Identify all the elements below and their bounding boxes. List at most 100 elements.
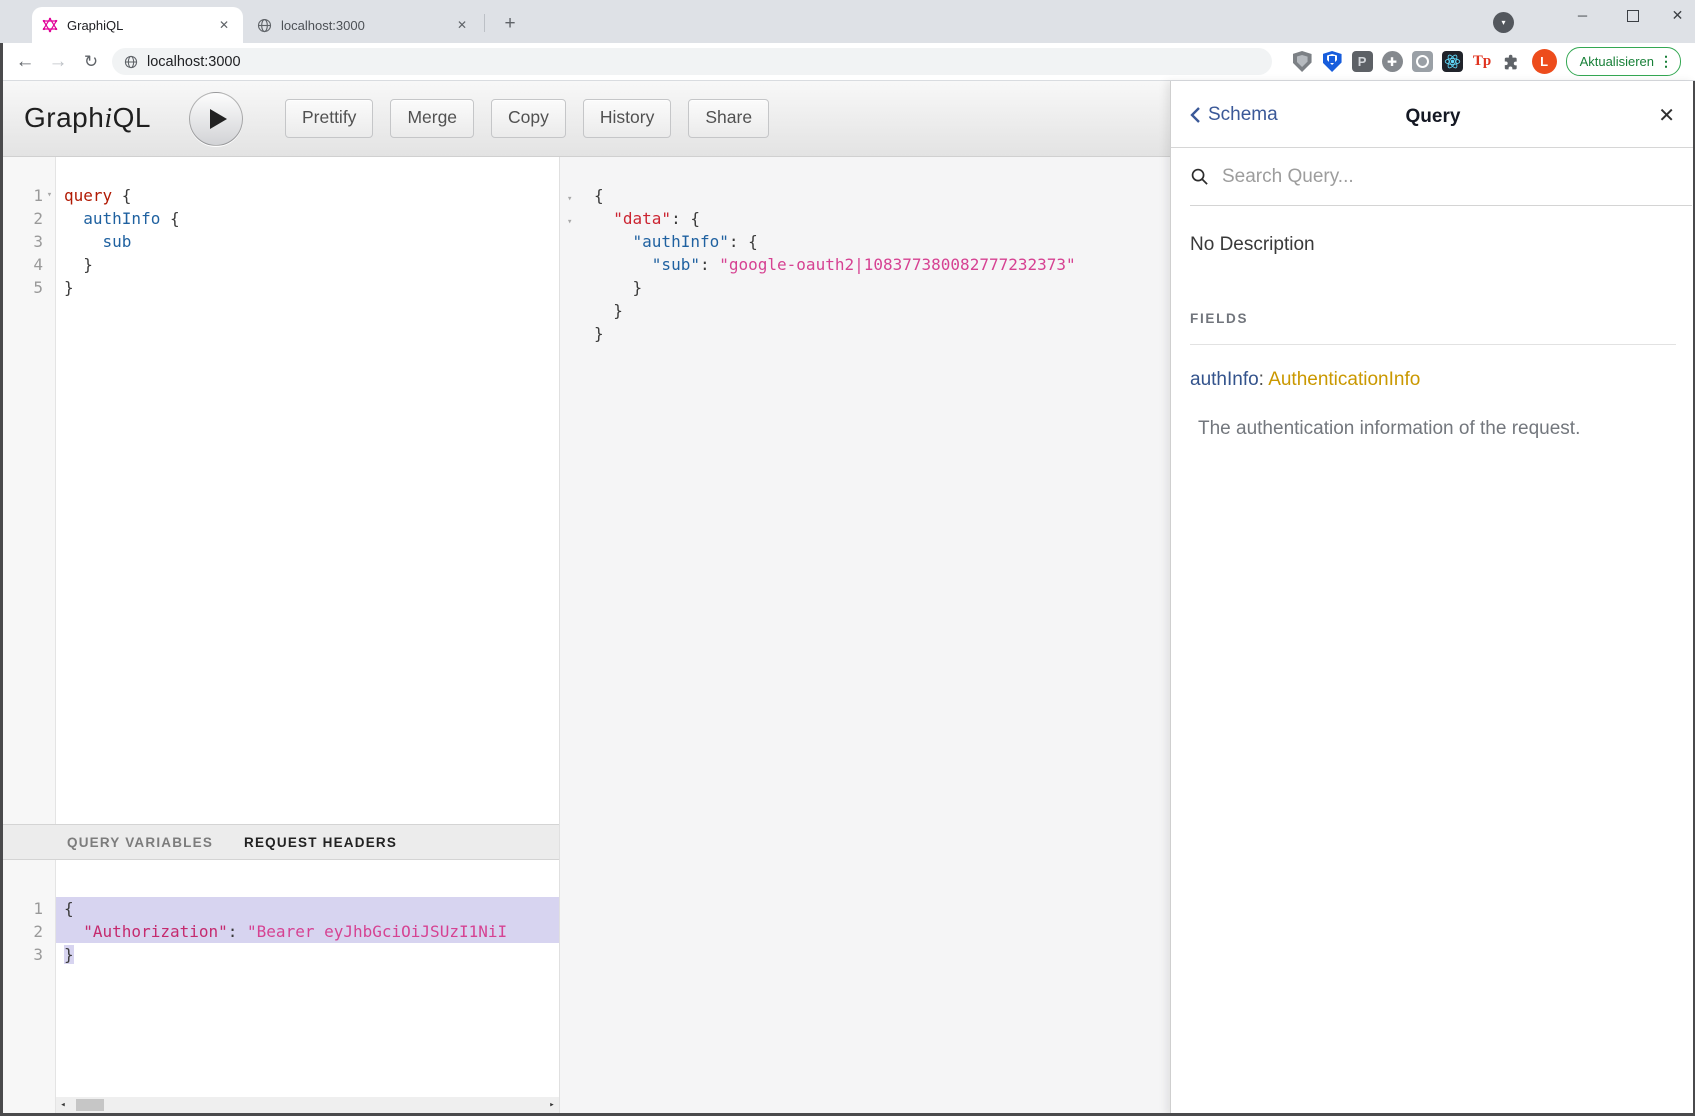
request-headers-editor[interactable]: 1{2 "Authorization": "Bearer eyJhbGciOiJ…: [0, 860, 559, 1116]
graphiql-logo: GraphiQL: [24, 102, 151, 135]
result-line: "authInfo": {: [560, 230, 1170, 253]
kebab-menu-icon: ⋮: [1659, 53, 1673, 70]
horizontal-scrollbar[interactable]: ◂ ▸: [56, 1097, 559, 1113]
query-line: 3 sub: [0, 230, 559, 253]
browser-toolbar: ← → ↻ localhost:3000 P ✚ Tp L Aktualisie…: [0, 43, 1695, 81]
tab-localhost[interactable]: localhost:3000 ✕: [247, 7, 481, 43]
tab-title: localhost:3000: [281, 18, 453, 33]
result-line: "sub": "google-oauth2|108377380082777232…: [560, 253, 1170, 276]
globe-icon: [124, 55, 138, 69]
line-number: 3: [33, 230, 43, 253]
graphiql-app: GraphiQL Prettify Merge Copy History Sha…: [0, 81, 1170, 1116]
merge-button[interactable]: Merge: [390, 99, 474, 138]
result-line: ▾{: [560, 184, 1170, 207]
tab-close-icon[interactable]: ✕: [215, 16, 233, 34]
globe-icon: [257, 18, 272, 33]
search-icon: [1190, 167, 1209, 186]
window-maximize-button[interactable]: [1610, 0, 1655, 31]
query-editor[interactable]: 1▾query {2 authInfo {3 sub4 }5}: [0, 157, 559, 824]
line-number: 5: [33, 276, 43, 299]
copy-button[interactable]: Copy: [491, 99, 566, 138]
query-line: 1▾query {: [0, 184, 559, 207]
fields-divider: [1190, 344, 1676, 345]
line-number: 2: [33, 207, 43, 230]
line-number: 2: [33, 920, 43, 943]
docs-body: No Description FIELDS authInfo: Authenti…: [1171, 234, 1695, 440]
chevron-down-icon: ▾: [1501, 18, 1505, 27]
extensions-row: P ✚ Tp L Aktualisieren ⋮: [1292, 48, 1681, 75]
maximize-icon: [1627, 10, 1639, 22]
line-number: 1: [33, 897, 43, 920]
browser-tab-strip: GraphiQL ✕ localhost:3000 ✕ + ▾ ─ ✕: [0, 0, 1695, 43]
graphiql-favicon-icon: [42, 17, 58, 33]
field-description: The authentication information of the re…: [1190, 418, 1676, 440]
p-badge-icon[interactable]: P: [1352, 51, 1373, 72]
fields-section-header: FIELDS: [1190, 311, 1676, 326]
window-minimize-button[interactable]: ─: [1560, 0, 1605, 31]
scrollbar-thumb[interactable]: [76, 1099, 104, 1111]
new-tab-button[interactable]: +: [498, 12, 522, 36]
field-type-link[interactable]: AuthenticationInfo: [1268, 369, 1420, 390]
extensions-puzzle-icon[interactable]: [1502, 51, 1523, 72]
execute-query-button[interactable]: [189, 92, 243, 146]
adblock-shield-icon[interactable]: [1292, 51, 1313, 72]
result-viewer[interactable]: ▾{▾ "data": { "authInfo": { "sub": "goog…: [560, 157, 1170, 1116]
result-line: }: [560, 299, 1170, 322]
line-number: 3: [33, 943, 43, 966]
scrollbar-track[interactable]: [70, 1097, 545, 1113]
profile-avatar[interactable]: L: [1532, 49, 1557, 74]
reload-button[interactable]: ↻: [76, 43, 106, 80]
tab-title: GraphiQL: [67, 18, 215, 33]
crosshair-icon[interactable]: ✚: [1382, 51, 1403, 72]
headers-line: 3}: [0, 943, 559, 966]
screenshot-camera-icon[interactable]: [1412, 51, 1433, 72]
headers-line: 2 "Authorization": "Bearer eyJhbGciOiJSU…: [0, 920, 559, 943]
tampermonkey-tp-icon[interactable]: Tp: [1472, 51, 1493, 72]
docs-close-button[interactable]: ✕: [1658, 103, 1675, 128]
line-number: 4: [33, 253, 43, 276]
tab-query-variables[interactable]: QUERY VARIABLES: [67, 835, 213, 850]
tab-request-headers[interactable]: REQUEST HEADERS: [244, 835, 397, 850]
line-number: 1: [33, 184, 43, 207]
field-row: authInfo: AuthenticationInfo: [1190, 369, 1676, 391]
secondary-editor-tabs: QUERY VARIABLES REQUEST HEADERS: [0, 824, 559, 860]
forward-button[interactable]: →: [43, 43, 73, 80]
address-url: localhost:3000: [147, 54, 241, 70]
headers-line: 1{: [0, 897, 559, 920]
prettify-button[interactable]: Prettify: [285, 99, 373, 138]
update-label: Aktualisieren: [1580, 54, 1654, 69]
field-separator: :: [1259, 369, 1269, 390]
doc-explorer-panel: Schema Query ✕ No Description FIELDS aut…: [1170, 81, 1695, 1116]
query-line: 5}: [0, 276, 559, 299]
share-button[interactable]: Share: [688, 99, 769, 138]
fold-arrow-icon[interactable]: ▾: [567, 194, 572, 204]
chrome-update-menu-button[interactable]: Aktualisieren ⋮: [1566, 47, 1681, 76]
graphiql-content: 1▾query {2 authInfo {3 sub4 }5} QUERY VA…: [0, 157, 1170, 1116]
tab-separator: [484, 14, 485, 32]
history-button[interactable]: History: [583, 99, 671, 138]
fold-arrow-icon[interactable]: ▾: [567, 217, 572, 227]
result-line: }: [560, 276, 1170, 299]
docs-search-row: [1190, 148, 1692, 206]
field-name-link[interactable]: authInfo: [1190, 369, 1259, 390]
query-line: 2 authInfo {: [0, 207, 559, 230]
fold-arrow-icon[interactable]: ▾: [43, 184, 56, 207]
editor-column: 1▾query {2 authInfo {3 sub4 }5} QUERY VA…: [0, 157, 560, 1116]
doc-explorer-header: Schema Query ✕: [1171, 81, 1695, 148]
window-close-button[interactable]: ✕: [1655, 0, 1695, 31]
result-line: }: [560, 322, 1170, 345]
result-line: ▾ "data": {: [560, 207, 1170, 230]
tab-search-button[interactable]: ▾: [1493, 12, 1514, 33]
tab-graphiql[interactable]: GraphiQL ✕: [32, 7, 243, 43]
react-devtools-icon[interactable]: [1442, 51, 1463, 72]
graphiql-topbar: GraphiQL Prettify Merge Copy History Sha…: [0, 81, 1170, 157]
docs-title: Query: [1171, 106, 1695, 128]
address-bar[interactable]: localhost:3000: [112, 48, 1272, 75]
tab-close-icon[interactable]: ✕: [453, 16, 471, 34]
password-manager-shield-icon[interactable]: [1322, 51, 1343, 72]
play-icon: [210, 109, 227, 129]
toolbar-buttons: Prettify Merge Copy History Share: [285, 99, 769, 138]
type-description: No Description: [1190, 234, 1676, 256]
docs-search-input[interactable]: [1220, 165, 1692, 189]
back-button[interactable]: ←: [10, 43, 40, 80]
